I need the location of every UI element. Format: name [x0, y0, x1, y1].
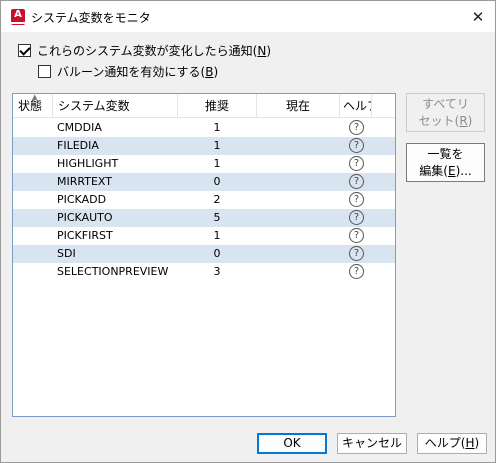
balloon-label[interactable]: バルーン通知を有効にする(B) — [57, 63, 218, 80]
table-row[interactable]: PICKFIRST 1 ? — [13, 227, 395, 245]
window-title: システム変数をモニタ — [31, 11, 151, 25]
variable-name: PICKAUTO — [57, 211, 113, 224]
recommended-value: 3 — [213, 265, 221, 278]
variable-name: SELECTIONPREVIEW — [57, 265, 169, 278]
recommended-value: 1 — [213, 139, 221, 152]
system-variable-table[interactable]: ▲ 状態 システム変数 推奨 現在 ヘルプ CMDDIA 1 ? FILEDIA… — [12, 93, 396, 417]
table-row[interactable]: SELECTIONPREVIEW 3 ? — [13, 263, 395, 281]
help-icon[interactable]: ? — [349, 138, 364, 153]
variable-name: PICKFIRST — [57, 229, 113, 242]
variable-name: MIRRTEXT — [57, 175, 112, 188]
help-icon[interactable]: ? — [349, 246, 364, 261]
notify-label[interactable]: これらのシステム変数が変化したら通知(N) — [37, 42, 271, 59]
table-row[interactable]: CMDDIA 1 ? — [13, 119, 395, 137]
variable-name: HIGHLIGHT — [57, 157, 119, 170]
help-icon[interactable]: ? — [349, 264, 364, 279]
column-status[interactable]: ▲ 状態 — [13, 94, 53, 118]
cancel-button[interactable]: キャンセル — [337, 433, 407, 454]
title-bar: A システム変数をモニタ ✕ — [1, 1, 495, 32]
reset-all-button[interactable]: すべてリ セット(R) — [406, 93, 485, 132]
column-current[interactable]: 現在 — [257, 94, 340, 118]
help-icon[interactable]: ? — [349, 156, 364, 171]
recommended-value: 0 — [213, 175, 221, 188]
column-system-variable[interactable]: システム変数 — [53, 94, 178, 118]
help-icon[interactable]: ? — [349, 228, 364, 243]
balloon-option[interactable]: バルーン通知を有効にする(B) — [38, 63, 218, 80]
help-icon[interactable]: ? — [349, 210, 364, 225]
help-button[interactable]: ヘルプ(H) — [417, 433, 487, 454]
table-header: ▲ 状態 システム変数 推奨 現在 ヘルプ — [13, 94, 395, 118]
help-icon[interactable]: ? — [349, 120, 364, 135]
variable-name: CMDDIA — [57, 121, 102, 134]
help-icon[interactable]: ? — [349, 174, 364, 189]
table-row[interactable]: FILEDIA 1 ? — [13, 137, 395, 155]
recommended-value: 1 — [178, 119, 256, 137]
table-row[interactable]: MIRRTEXT 0 ? — [13, 173, 395, 191]
table-row[interactable]: HIGHLIGHT 1 ? — [13, 155, 395, 173]
help-icon[interactable]: ? — [349, 192, 364, 207]
recommended-value: 5 — [213, 211, 221, 224]
recommended-value: 1 — [213, 157, 221, 170]
recommended-value: 1 — [213, 229, 221, 242]
recommended-value: 0 — [213, 247, 221, 260]
sort-ascending-icon: ▲ — [32, 93, 38, 101]
close-icon[interactable]: ✕ — [467, 6, 489, 28]
column-help[interactable]: ヘルプ — [340, 94, 372, 118]
table-row[interactable]: PICKAUTO 5 ? — [13, 209, 395, 227]
ok-button[interactable]: OK — [257, 433, 327, 454]
notify-option[interactable]: これらのシステム変数が変化したら通知(N) — [18, 42, 271, 59]
variable-name: PICKADD — [57, 193, 107, 206]
column-recommended[interactable]: 推奨 — [178, 94, 257, 118]
variable-name: SDI — [57, 247, 76, 260]
recommended-value: 2 — [213, 193, 221, 206]
autocad-app-icon: A — [11, 9, 25, 25]
table-row[interactable]: PICKADD 2 ? — [13, 191, 395, 209]
table-row[interactable]: SDI 0 ? — [13, 245, 395, 263]
variable-name: FILEDIA — [57, 139, 99, 152]
notify-checkbox[interactable] — [18, 44, 31, 57]
edit-list-button[interactable]: 一覧を 編集(E)... — [406, 143, 485, 182]
dialog-window: A システム変数をモニタ ✕ これらのシステム変数が変化したら通知(N) バルー… — [0, 0, 496, 463]
app-icon-letter: A — [14, 9, 22, 20]
balloon-checkbox[interactable] — [38, 65, 51, 78]
